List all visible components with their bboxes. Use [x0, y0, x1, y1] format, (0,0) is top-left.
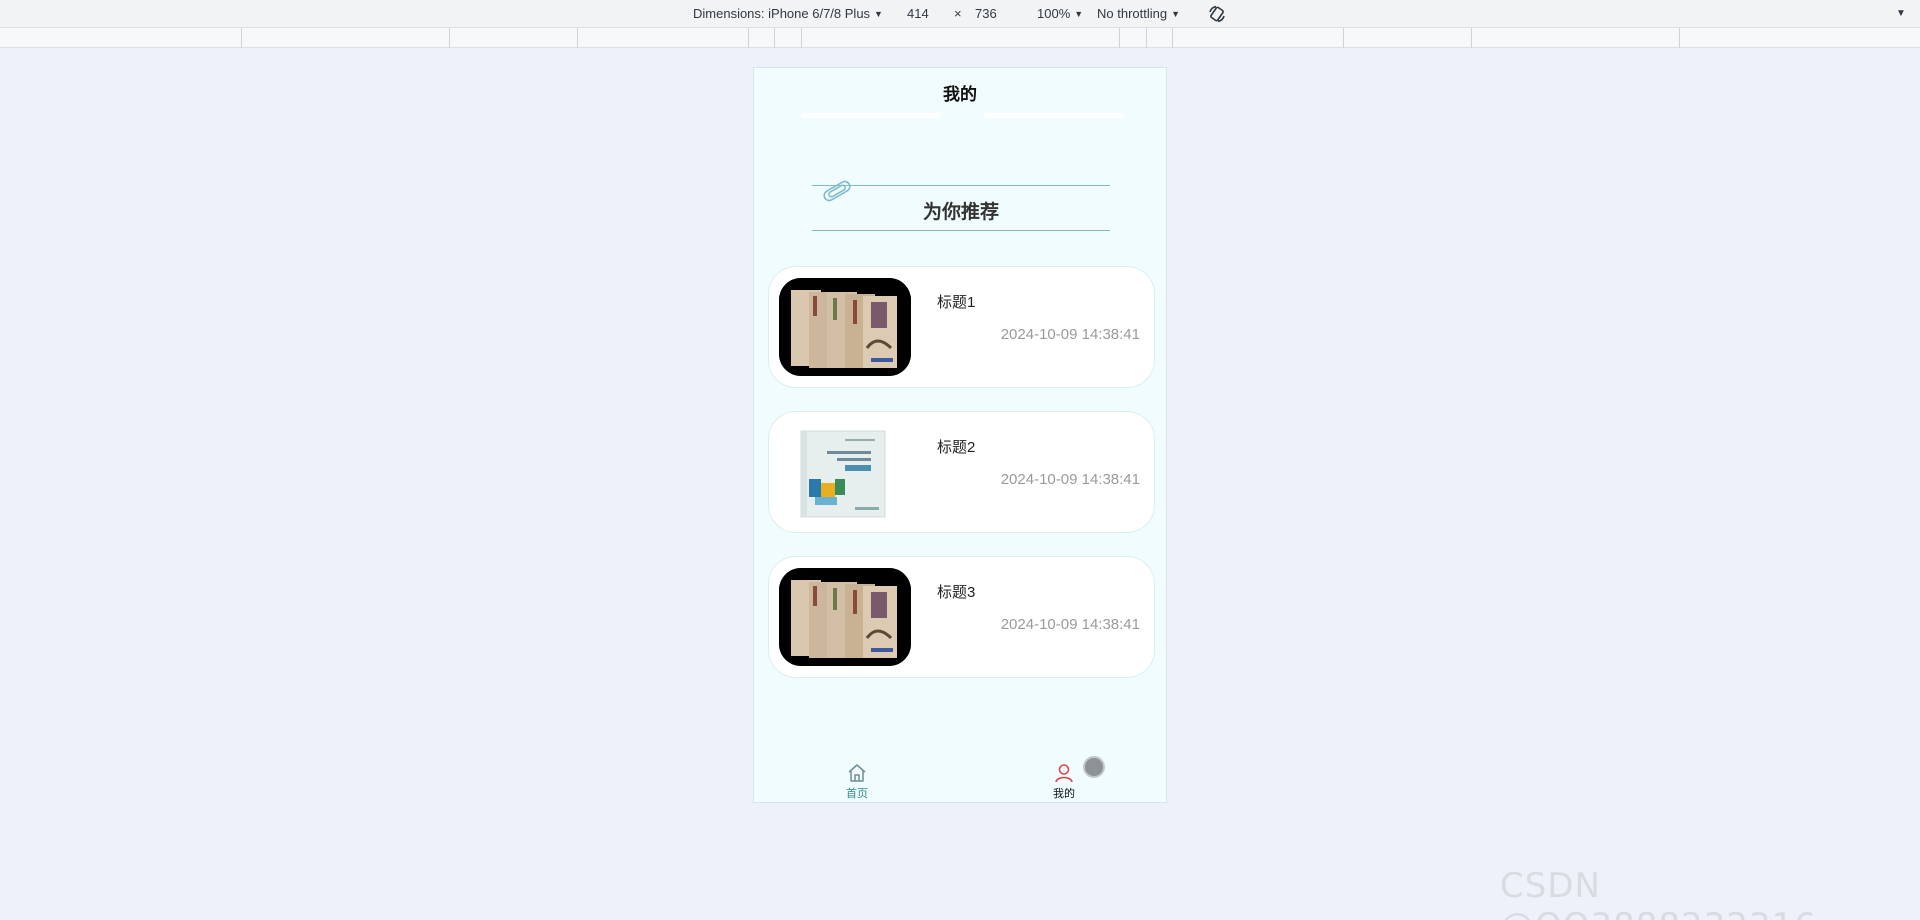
tab-mine[interactable]: 我的	[1044, 762, 1084, 801]
floating-action-dot[interactable]	[1083, 756, 1105, 778]
phone-viewport: 我的 为你推荐 标题1 2024-10-09 14:38:41 标题2 2024…	[753, 67, 1167, 803]
book-image	[779, 423, 911, 521]
header-tab-underline	[984, 113, 1124, 118]
tab-mine-label: 我的	[1053, 788, 1075, 800]
watermark: CSDN @QQ3888232316	[1500, 866, 1816, 920]
devtools-device-toolbar: Dimensions: iPhone 6/7/8 Plus ▼ 414 × 736…	[0, 0, 1920, 28]
dimension-separator: ×	[954, 6, 962, 21]
chevron-down-icon: ▼	[874, 9, 883, 19]
recommend-header: 为你推荐	[812, 180, 1110, 231]
page-title: 我的	[943, 85, 977, 104]
height-input[interactable]: 736	[975, 0, 997, 28]
rotate-icon[interactable]	[1207, 4, 1227, 24]
zoom-label: 100%	[1037, 6, 1071, 21]
device-select[interactable]: Dimensions: iPhone 6/7/8 Plus ▼	[693, 0, 883, 28]
device-dimensions-label: Dimensions: iPhone 6/7/8 Plus	[693, 6, 871, 21]
chevron-down-icon: ▼	[1074, 9, 1084, 19]
item-title: 标题2	[937, 439, 976, 456]
book-image	[779, 278, 911, 376]
width-input[interactable]: 414	[907, 0, 929, 28]
book-image	[779, 568, 911, 666]
media-query-ruler	[0, 28, 1920, 48]
home-icon	[848, 764, 866, 782]
list-item[interactable]: 标题1 2024-10-09 14:38:41	[768, 266, 1155, 388]
recommend-title: 为你推荐	[922, 202, 999, 223]
chevron-down-icon: ▼	[1171, 9, 1181, 19]
divider	[812, 230, 1110, 231]
item-title: 标题1	[937, 294, 976, 311]
divider	[812, 185, 1110, 186]
user-icon	[1055, 764, 1073, 783]
zoom-select[interactable]: 100% ▼	[1037, 0, 1083, 28]
tab-home[interactable]: 首页	[837, 762, 877, 801]
throttling-label: No throttling	[1097, 6, 1168, 21]
list-item[interactable]: 标题3 2024-10-09 14:38:41	[768, 556, 1155, 678]
item-time: 2024-10-09 14:38:41	[1000, 326, 1140, 343]
header-tab-underline	[801, 113, 941, 118]
more-options-chevron-icon[interactable]: ▼	[1896, 0, 1906, 28]
item-time: 2024-10-09 14:38:41	[1000, 616, 1140, 633]
item-title: 标题3	[937, 584, 976, 601]
item-time: 2024-10-09 14:38:41	[1000, 471, 1140, 488]
list-item[interactable]: 标题2 2024-10-09 14:38:41	[768, 411, 1155, 533]
tab-home-label: 首页	[846, 788, 868, 800]
throttling-select[interactable]: No throttling ▼	[1097, 0, 1180, 28]
